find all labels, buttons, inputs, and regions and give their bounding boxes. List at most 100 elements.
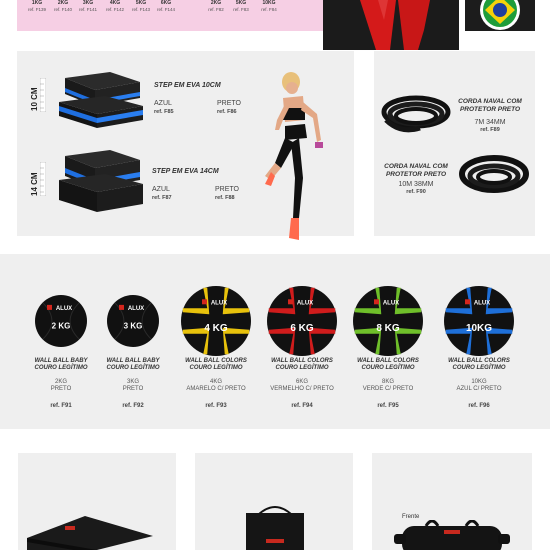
ruler-icon	[40, 162, 46, 196]
rope-2-ref: ref. F90	[406, 189, 426, 195]
ball-weight-label: 4 KG	[204, 323, 228, 334]
ball-brand-label: ALUX	[211, 300, 227, 306]
wall-ball-color: AZUL C/ PRETO	[456, 386, 502, 392]
alux-logo-icon	[47, 304, 52, 310]
item-weight: 2KG	[57, 0, 69, 6]
wall-ball-image: ALUX 6 KG	[267, 286, 337, 356]
battle-rope-image	[459, 155, 529, 193]
step-14cm-ref-azul: ref. F87	[152, 195, 172, 201]
item-ref: ref. F84	[261, 7, 277, 12]
wall-ball-color: PRETO	[122, 386, 144, 392]
carry-bag-image	[246, 506, 304, 550]
step-10cm-ref-preto: ref. F86	[217, 109, 237, 115]
red-leggings-image	[360, 0, 430, 50]
wall-ball-subtitle: COURO LEGÍTIMO	[189, 365, 243, 371]
rope-2-title-line2: PROTETOR PRETO	[385, 171, 447, 178]
item-weight: 4KG	[109, 0, 121, 6]
wall-ball-card: ALUX 4 KG WALL BALL COLORS COURO LEGÍTIMO 4K…	[171, 254, 261, 429]
ball-weight-label: 2 KG	[52, 321, 71, 330]
step-10cm-ref-azul: ref. F85	[154, 109, 174, 115]
wall-ball-image: ALUX 4 KG	[181, 286, 251, 356]
wall-ball-color: VERDE C/ PRETO	[362, 386, 414, 392]
wall-ball-image: ALUX 10KG	[444, 286, 514, 356]
ball-brand-label: ALUX	[383, 300, 399, 306]
wall-ball-ref: ref. F92	[122, 403, 144, 409]
wall-ball-image: ALUX 3 KG	[107, 295, 159, 347]
step-14cm-title: STEP EM EVA 14CM	[152, 168, 219, 175]
ruler-icon	[40, 78, 46, 112]
wall-ball-subtitle: COURO LEGÍTIMO	[452, 365, 506, 371]
alux-logo-icon	[374, 299, 379, 305]
rope-1-title-line2: PROTETOR PRETO	[459, 106, 521, 113]
alux-logo-icon	[465, 299, 470, 305]
step-14cm-option-azul: AZUL	[152, 186, 170, 193]
rope-1-title: CORDA NAVAL COM PROTETOR PRETO	[450, 98, 530, 114]
top-left-items: 1KG ref. F139 2KG ref. F140 3KG ref. F14…	[27, 0, 187, 14]
ball-weight-label: 3 KG	[124, 321, 143, 330]
brazil-badge	[465, 0, 535, 31]
step-height-label: 10 CM	[30, 87, 39, 111]
item-ref: ref. F144	[156, 7, 175, 12]
athlete-photo	[265, 72, 323, 240]
step-10cm-title: STEP EM EVA 10CM	[154, 82, 221, 89]
item-ref: ref. F142	[105, 7, 124, 12]
item-weight: 5KG	[135, 0, 147, 6]
ball-weight-label: 8 KG	[376, 323, 400, 334]
alux-logo-icon	[202, 299, 207, 305]
wall-ball-subtitle: COURO LEGÍTIMO	[361, 365, 415, 371]
step-10cm-option-preto: PRETO	[217, 100, 241, 107]
wall-ball-card: ALUX 6 KG WALL BALL COLORS COURO LEGÍTIMO 6K…	[257, 254, 347, 429]
item-ref: ref. F139	[27, 7, 46, 12]
item-ref: ref. F141	[78, 7, 97, 12]
sandbag-image	[394, 520, 510, 550]
step-14cm-ref-preto: ref. F88	[215, 195, 235, 201]
wall-ball-card: ALUX 3 KG WALL BALL BABY COURO LEGÍTIMO 3KG P…	[88, 254, 178, 429]
wall-ball-ref: ref. F94	[291, 403, 313, 409]
item-weight: 10KG	[262, 0, 276, 6]
ball-brand-label: ALUX	[128, 306, 144, 312]
step-10cm-image	[59, 72, 143, 128]
wall-ball-color: AMARELO C/ PRETO	[186, 386, 246, 392]
wall-ball-ref: ref. F96	[468, 403, 490, 409]
wall-ball-card: ALUX 10KG WALL BALL COLORS COURO LEGÍTIMO 10…	[434, 254, 524, 429]
rope-2-title-line1: CORDA NAVAL COM	[384, 163, 448, 170]
battle-rope-panel	[374, 51, 535, 236]
ball-brand-label: ALUX	[56, 306, 72, 312]
wall-ball-card: ALUX 8 KG WALL BALL COLORS COURO LEGÍTIMO 8K…	[343, 254, 433, 429]
alux-logo-icon	[288, 299, 293, 305]
step-10cm-option-azul: AZUL	[154, 100, 172, 107]
rope-2-size: 10M 38MM	[398, 181, 434, 188]
item-weight: 3KG	[82, 0, 94, 6]
ball-brand-label: ALUX	[474, 300, 490, 306]
wall-ball-row: ALUX 2 KG WALL BALL BABY COURO LEGÍTIMO 2KG P…	[0, 254, 550, 429]
wall-ball-color: VERMELHO C/ PRETO	[270, 386, 334, 392]
ball-brand-label: ALUX	[297, 300, 313, 306]
rope-1-ref: ref. F89	[480, 127, 500, 133]
item-ref: ref. F82	[208, 7, 224, 12]
wall-ball-subtitle: COURO LEGÍTIMO	[106, 365, 160, 371]
rope-2-title: CORDA NAVAL COM PROTETOR PRETO	[376, 163, 456, 179]
step-14cm-option-preto: PRETO	[215, 186, 239, 193]
item-ref: ref. F140	[53, 7, 72, 12]
step-14cm-image	[59, 150, 143, 212]
ball-weight-label: 10KG	[466, 323, 492, 334]
brazil-flag-icon	[480, 0, 520, 30]
step-height-label: 14 CM	[30, 172, 39, 196]
item-weight: 1KG	[31, 0, 43, 6]
wall-ball-ref: ref. F93	[205, 403, 227, 409]
item-weight: 2KG	[210, 0, 222, 6]
ball-weight-label: 6 KG	[290, 323, 314, 334]
wall-ball-subtitle: COURO LEGÍTIMO	[275, 365, 329, 371]
rope-1-size: 7M 34MM	[474, 119, 506, 126]
item-ref: ref. F83	[233, 7, 249, 12]
item-weight: 5KG	[235, 0, 247, 6]
item-ref: ref. F143	[131, 7, 150, 12]
exercise-mat-image	[27, 516, 153, 550]
item-weight: 6KG	[160, 0, 172, 6]
rope-1-title-line1: CORDA NAVAL COM	[458, 98, 522, 105]
battle-rope-image	[381, 95, 451, 133]
alux-logo-icon	[119, 304, 124, 310]
wall-ball-ref: ref. F95	[377, 403, 399, 409]
wall-ball-image: ALUX 8 KG	[353, 286, 423, 356]
top-mid-items: 2KG ref. F82 5KG ref. F83 10KG ref. F84	[206, 0, 286, 14]
